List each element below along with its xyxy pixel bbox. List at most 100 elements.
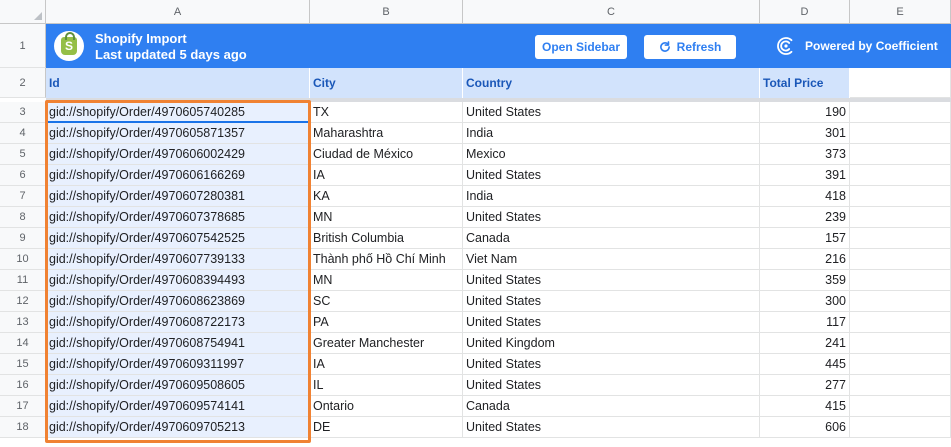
cell-id[interactable]: gid://shopify/Order/4970607739133 <box>46 249 310 270</box>
cell-total-price[interactable]: 239 <box>760 207 850 228</box>
row-header-4[interactable]: 4 <box>0 123 46 144</box>
row-header-6[interactable]: 6 <box>0 165 46 186</box>
cell-id[interactable]: gid://shopify/Order/4970608722173 <box>46 312 310 333</box>
row-header-12[interactable]: 12 <box>0 291 46 312</box>
cell-city[interactable]: PA <box>310 312 463 333</box>
cell-country[interactable]: Canada <box>463 228 760 249</box>
cell-city[interactable]: MN <box>310 207 463 228</box>
cell-country[interactable]: United States <box>463 375 760 396</box>
cell-country[interactable]: Viet Nam <box>463 249 760 270</box>
cell-empty[interactable] <box>850 354 951 375</box>
cell-total-price[interactable]: 216 <box>760 249 850 270</box>
cell-empty[interactable] <box>850 207 951 228</box>
cell-total-price[interactable]: 157 <box>760 228 850 249</box>
cell-empty[interactable] <box>850 270 951 291</box>
cell-city[interactable]: DE <box>310 417 463 438</box>
header-total-price[interactable]: Total Price <box>760 68 850 98</box>
row-header-7[interactable]: 7 <box>0 186 46 207</box>
cell-country[interactable]: United States <box>463 417 760 438</box>
cell-empty[interactable] <box>850 102 951 123</box>
cell-country[interactable]: United States <box>463 165 760 186</box>
cell-id[interactable]: gid://shopify/Order/4970609574141 <box>46 396 310 417</box>
cell-city[interactable]: Maharashtra <box>310 123 463 144</box>
cell-total-price[interactable]: 190 <box>760 102 850 123</box>
row-header-13[interactable]: 13 <box>0 312 46 333</box>
column-header-e[interactable]: E <box>850 0 951 24</box>
row-header-9[interactable]: 9 <box>0 228 46 249</box>
row-header-2[interactable]: 2 <box>0 68 46 98</box>
cell-country[interactable]: United States <box>463 102 760 123</box>
row-header-18[interactable]: 18 <box>0 417 46 438</box>
cell-empty[interactable] <box>850 144 951 165</box>
cell-id[interactable]: gid://shopify/Order/4970607378685 <box>46 207 310 228</box>
cell-total-price[interactable]: 359 <box>760 270 850 291</box>
cell-country[interactable]: United States <box>463 354 760 375</box>
row-header-3[interactable]: 3 <box>0 102 46 123</box>
cell-city[interactable]: IA <box>310 354 463 375</box>
cell-total-price[interactable]: 117 <box>760 312 850 333</box>
column-header-d[interactable]: D <box>760 0 850 24</box>
cell-city[interactable]: IA <box>310 165 463 186</box>
cell-country[interactable]: Mexico <box>463 144 760 165</box>
cell-total-price[interactable]: 606 <box>760 417 850 438</box>
cell-country[interactable]: United States <box>463 270 760 291</box>
row-header-11[interactable]: 11 <box>0 270 46 291</box>
cell-total-price[interactable]: 300 <box>760 291 850 312</box>
cell-total-price[interactable]: 445 <box>760 354 850 375</box>
column-header-b[interactable]: B <box>310 0 463 24</box>
cell-id[interactable]: gid://shopify/Order/4970605740285 <box>46 102 310 123</box>
cell-city[interactable]: MN <box>310 270 463 291</box>
empty-header-cell-e[interactable] <box>850 68 951 98</box>
cell-city[interactable]: Ciudad de México <box>310 144 463 165</box>
cell-city[interactable]: British Columbia <box>310 228 463 249</box>
cell-empty[interactable] <box>850 228 951 249</box>
cell-empty[interactable] <box>850 165 951 186</box>
cell-id[interactable]: gid://shopify/Order/4970607542525 <box>46 228 310 249</box>
cell-id[interactable]: gid://shopify/Order/4970608394493 <box>46 270 310 291</box>
column-header-c[interactable]: C <box>463 0 760 24</box>
row-header-15[interactable]: 15 <box>0 354 46 375</box>
header-city[interactable]: City <box>310 68 463 98</box>
row-header-17[interactable]: 17 <box>0 396 46 417</box>
cell-id[interactable]: gid://shopify/Order/4970606166269 <box>46 165 310 186</box>
cell-total-price[interactable]: 373 <box>760 144 850 165</box>
cell-id[interactable]: gid://shopify/Order/4970607280381 <box>46 186 310 207</box>
refresh-button[interactable]: Refresh <box>644 35 736 59</box>
cell-total-price[interactable]: 301 <box>760 123 850 144</box>
row-header-14[interactable]: 14 <box>0 333 46 354</box>
cell-country[interactable]: United States <box>463 291 760 312</box>
column-header-a[interactable]: A <box>46 0 310 24</box>
cell-id[interactable]: gid://shopify/Order/4970605871357 <box>46 123 310 144</box>
cell-empty[interactable] <box>850 375 951 396</box>
cell-city[interactable]: Greater Manchester <box>310 333 463 354</box>
row-header-5[interactable]: 5 <box>0 144 46 165</box>
header-country[interactable]: Country <box>463 68 760 98</box>
cell-id[interactable]: gid://shopify/Order/4970609311997 <box>46 354 310 375</box>
cell-empty[interactable] <box>850 291 951 312</box>
cell-id[interactable]: gid://shopify/Order/4970606002429 <box>46 144 310 165</box>
cell-country[interactable]: United States <box>463 312 760 333</box>
cell-total-price[interactable]: 415 <box>760 396 850 417</box>
cell-empty[interactable] <box>850 396 951 417</box>
cell-country[interactable]: Canada <box>463 396 760 417</box>
cell-country[interactable]: United Kingdom <box>463 333 760 354</box>
cell-total-price[interactable]: 277 <box>760 375 850 396</box>
cell-total-price[interactable]: 418 <box>760 186 850 207</box>
cell-id[interactable]: gid://shopify/Order/4970609705213 <box>46 417 310 438</box>
select-all-corner[interactable] <box>0 0 46 24</box>
cell-city[interactable]: Thành phố Hồ Chí Minh <box>310 249 463 270</box>
cell-empty[interactable] <box>850 333 951 354</box>
cell-total-price[interactable]: 391 <box>760 165 850 186</box>
cell-empty[interactable] <box>850 417 951 438</box>
cell-country[interactable]: United States <box>463 207 760 228</box>
row-header-10[interactable]: 10 <box>0 249 46 270</box>
row-header-16[interactable]: 16 <box>0 375 46 396</box>
row-header-8[interactable]: 8 <box>0 207 46 228</box>
cell-country[interactable]: India <box>463 123 760 144</box>
cell-empty[interactable] <box>850 186 951 207</box>
cell-empty[interactable] <box>850 312 951 333</box>
open-sidebar-button[interactable]: Open Sidebar <box>535 35 627 59</box>
cell-city[interactable]: IL <box>310 375 463 396</box>
cell-city[interactable]: TX <box>310 102 463 123</box>
cell-country[interactable]: India <box>463 186 760 207</box>
